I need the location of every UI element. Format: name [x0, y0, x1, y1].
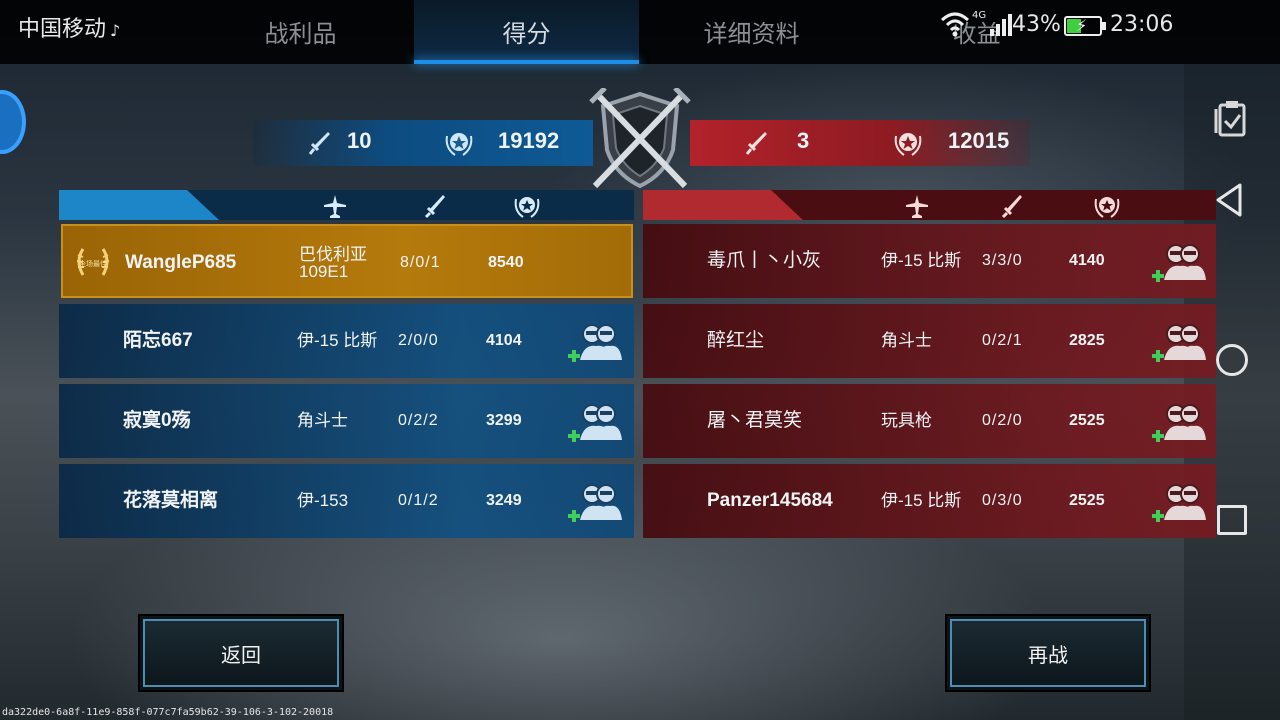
player-plane: 玩具枪	[881, 411, 932, 430]
tab-loot[interactable]: 战利品	[188, 0, 413, 64]
tiktok-icon: ♪	[110, 21, 121, 40]
plane-icon	[906, 195, 928, 218]
player-score: 3249	[486, 492, 522, 509]
kda-sword-icon	[1001, 195, 1022, 219]
score-star-icon	[514, 197, 540, 218]
back-button-label: 返回	[143, 619, 339, 687]
carrier-label: 中国移动 ♪	[18, 11, 120, 43]
player-name: WangleP685	[125, 252, 237, 273]
player-name: 醉红尘	[707, 330, 765, 351]
add-friend-icon[interactable]	[1150, 482, 1208, 522]
blue-score-banner: 10 19192	[253, 120, 593, 166]
points-star-icon	[894, 133, 922, 156]
red-player-row-4[interactable]: Panzer145684 伊-15 比斯 0/3/0 2525	[643, 464, 1216, 538]
player-score: 4140	[1069, 252, 1105, 269]
add-friend-icon[interactable]	[1150, 322, 1208, 362]
red-score-banner: 3 12015	[690, 120, 1030, 166]
red-team-tag	[643, 190, 803, 220]
player-plane: 伊-15 比斯	[297, 331, 378, 350]
points-star-icon	[445, 133, 473, 156]
recents-square-icon[interactable]	[1217, 505, 1247, 535]
blue-player-row-1[interactable]: 全场最佳 WangleP685 巴伐利亚109E1 8/0/1 8540	[61, 224, 633, 298]
kda-sword-icon	[424, 195, 445, 219]
player-name: 寂寞0殇	[123, 410, 191, 431]
floating-assistant-button[interactable]	[0, 90, 26, 154]
player-name: 花落莫相离	[123, 490, 219, 511]
rematch-button[interactable]: 再战	[945, 614, 1151, 692]
add-friend-icon[interactable]	[1150, 242, 1208, 282]
red-team-header	[643, 190, 1216, 220]
back-button[interactable]: 返回	[138, 614, 344, 692]
rematch-button-label: 再战	[950, 619, 1146, 687]
clock: 23:06	[1110, 12, 1174, 37]
mvp-laurel-icon: 全场最佳	[76, 248, 110, 276]
red-player-row-1[interactable]: 毒爪丨丶小灰 伊-15 比斯 3/3/0 4140	[643, 224, 1216, 298]
player-score: 2825	[1069, 332, 1105, 349]
player-plane: 角斗士	[297, 411, 348, 430]
player-kda: 2/0/0	[398, 332, 439, 349]
red-points: 12015	[948, 128, 1010, 153]
add-friend-icon[interactable]	[1150, 402, 1208, 442]
blue-team-header	[59, 190, 634, 220]
player-kda: 3/3/0	[982, 252, 1023, 269]
network-type: 4G	[972, 10, 987, 21]
player-plane: 巴伐利亚109E1	[299, 245, 367, 281]
player-kda: 0/2/1	[982, 332, 1023, 349]
player-plane: 伊-15 比斯	[881, 251, 962, 270]
session-id-text: da322de0-6a8f-11e9-858f-077c7fa59b62-39-…	[2, 707, 334, 718]
player-plane: 角斗士	[881, 331, 932, 350]
player-score: 3299	[486, 412, 522, 429]
player-kda: 0/2/0	[982, 412, 1023, 429]
player-score: 4104	[486, 332, 522, 349]
mvp-badge-text: 全场最佳	[79, 259, 107, 268]
player-kda: 0/1/2	[398, 492, 439, 509]
crossed-swords-emblem	[589, 88, 691, 189]
player-name: 屠丶君莫笑	[707, 410, 803, 431]
top-bar: 中国移动 ♪ 战利品 得分 详细资料 收益 4G 43% ⚡ 23:06	[0, 0, 1280, 64]
player-kda: 0/2/2	[398, 412, 439, 429]
blue-player-row-4[interactable]: 花落莫相离 伊-153 0/1/2 3249	[59, 464, 634, 538]
add-friend-icon[interactable]	[566, 482, 624, 522]
player-score: 2525	[1069, 492, 1105, 509]
back-triangle-icon[interactable]	[1214, 182, 1244, 218]
player-kda: 0/3/0	[982, 492, 1023, 509]
kills-sword-icon	[308, 132, 330, 155]
kills-sword-icon	[745, 132, 767, 155]
tab-details[interactable]: 详细资料	[639, 0, 864, 64]
add-friend-icon[interactable]	[566, 402, 624, 442]
signal-icon	[990, 14, 1012, 36]
add-friend-icon[interactable]	[566, 322, 624, 362]
player-name: 陌忘667	[123, 330, 193, 351]
battery-percent: 43%	[1012, 12, 1061, 37]
clipboard-check-icon[interactable]	[1214, 99, 1248, 137]
plane-icon	[324, 195, 346, 218]
battery-icon: ⚡	[1064, 16, 1106, 36]
red-kills: 3	[797, 128, 810, 153]
player-score: 2525	[1069, 412, 1105, 429]
tab-score[interactable]: 得分	[414, 0, 639, 64]
player-plane: 伊-15 比斯	[881, 491, 962, 510]
home-circle-icon[interactable]	[1216, 344, 1248, 376]
player-kda: 8/0/1	[400, 254, 441, 271]
player-name: Panzer145684	[707, 490, 833, 511]
wifi-icon	[940, 12, 970, 37]
blue-points: 19192	[498, 128, 560, 153]
red-player-row-2[interactable]: 醉红尘 角斗士 0/2/1 2825	[643, 304, 1216, 378]
player-name: 毒爪丨丶小灰	[707, 250, 822, 271]
carrier-name: 中国移动	[18, 17, 107, 42]
blue-player-row-3[interactable]: 寂寞0殇 角斗士 0/2/2 3299	[59, 384, 634, 458]
player-score: 8540	[488, 254, 524, 271]
blue-kills: 10	[347, 128, 372, 153]
player-plane: 伊-153	[297, 491, 349, 510]
blue-team-tag	[59, 190, 219, 220]
red-player-row-3[interactable]: 屠丶君莫笑 玩具枪 0/2/0 2525	[643, 384, 1216, 458]
score-star-icon	[1094, 197, 1120, 218]
blue-player-row-2[interactable]: 陌忘667 伊-15 比斯 2/0/0 4104	[59, 304, 634, 378]
